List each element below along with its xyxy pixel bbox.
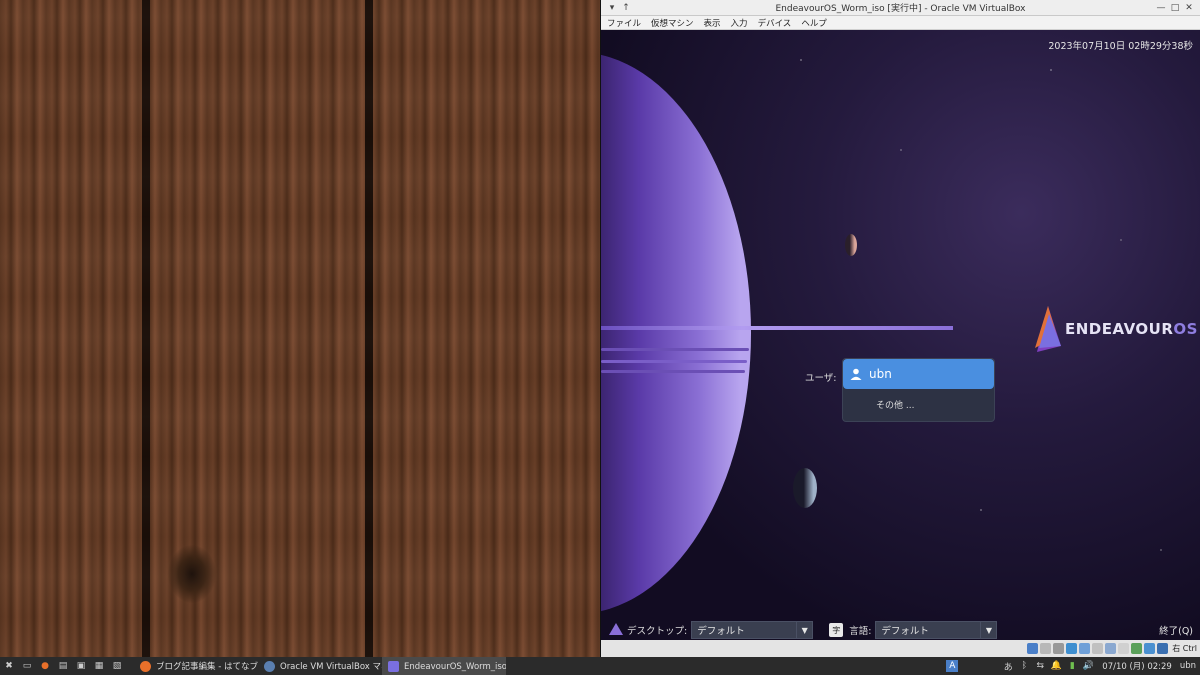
host-key-label: 右 Ctrl xyxy=(1172,644,1197,653)
user-item-ubn[interactable]: ubn xyxy=(843,359,994,389)
greeter-bottom-bar: デスクトップ: デフォルト ▼ 字 言語: デフォルト ▼ 終了(Q) xyxy=(601,620,1200,640)
terminal-icon[interactable]: ▣ xyxy=(75,660,87,672)
text-editor-icon[interactable]: ▦ xyxy=(93,660,105,672)
language-label: 言語: xyxy=(849,626,872,637)
planet-ring xyxy=(601,326,953,330)
menu-help[interactable]: ヘルプ xyxy=(801,17,827,29)
network-icon[interactable] xyxy=(1066,643,1078,654)
user-list: ubn その他 ... xyxy=(842,358,995,422)
host-desktop-wallpaper xyxy=(0,0,600,657)
user-item-other[interactable]: その他 ... xyxy=(843,389,994,419)
selected-user-name: ubn xyxy=(869,367,892,381)
user-label: ユーザ: xyxy=(805,373,837,384)
task-label: EndeavourOS_Worm_iso [実... xyxy=(404,662,506,672)
endeavouros-logo-mark xyxy=(1035,306,1061,352)
desktop-label: デスクトップ: xyxy=(627,626,688,637)
app-menu-icon[interactable]: ✖ xyxy=(3,660,15,672)
planet-band xyxy=(601,360,747,363)
minimize-icon[interactable]: — xyxy=(1154,1,1168,15)
taskbar-clock[interactable]: 07/10 (月) 02:29 xyxy=(1102,660,1172,672)
audio-icon[interactable] xyxy=(1053,643,1065,654)
task-label: ブログ記事編集 - はてなブロ... xyxy=(156,662,258,672)
firefox-icon[interactable]: ● xyxy=(39,660,51,672)
system-tray: A あ ᛒ ⇆ 🔔 ▮ 🔊 07/10 (月) 02:29 ubn xyxy=(944,660,1200,673)
language-select[interactable]: デフォルト ▼ xyxy=(875,621,998,639)
keep-above-icon[interactable]: ↑ xyxy=(619,1,633,15)
show-desktop-icon[interactable]: ▭ xyxy=(21,660,33,672)
wood-knot xyxy=(168,545,216,603)
virtualbox-tray-icon[interactable]: A xyxy=(946,660,959,672)
desktop-select[interactable]: デフォルト ▼ xyxy=(691,621,814,639)
usb-icon[interactable] xyxy=(1079,643,1091,654)
greeter-clock: 2023年07月10日 02時29分38秒 xyxy=(1048,41,1193,52)
vm-menubar: ファイル 仮想マシン 表示 入力 デバイス ヘルプ xyxy=(601,16,1200,30)
bluetooth-icon[interactable]: ᛒ xyxy=(1018,660,1030,672)
logo-text-os: OS xyxy=(1173,320,1198,338)
storage-icon[interactable] xyxy=(1027,643,1039,654)
desktop-session-icon xyxy=(609,622,623,638)
menu-view[interactable]: 表示 xyxy=(704,17,721,29)
quit-button[interactable]: 終了(Q) xyxy=(1159,623,1193,637)
task-blog-editor[interactable]: ブログ記事編集 - はてなブロ... xyxy=(134,657,258,675)
taskbar-user[interactable]: ubn xyxy=(1180,661,1196,671)
endeavouros-logo: ENDEAVOUROS xyxy=(1035,306,1198,352)
virtualbox-window: ▾ ↑ EndeavourOS_Worm_iso [実行中] - Oracle … xyxy=(600,0,1200,657)
input-method-icon[interactable]: あ xyxy=(1002,660,1014,673)
recording-icon[interactable] xyxy=(1118,643,1130,654)
planet-band xyxy=(601,348,749,351)
file-manager-icon[interactable]: ▤ xyxy=(57,660,69,672)
guest-login-screen: 2023年07月10日 02時29分38秒 ENDEAVOUROS ユーザ: u… xyxy=(601,30,1200,640)
virtualization-icon[interactable] xyxy=(1131,643,1143,654)
volume-icon[interactable]: 🔊 xyxy=(1082,660,1094,672)
virtualbox-icon xyxy=(264,660,275,672)
shared-folder-icon[interactable] xyxy=(1092,643,1104,654)
task-endeavouros-vm[interactable]: EndeavourOS_Worm_iso [実... xyxy=(382,657,506,675)
window-title: EndeavourOS_Worm_iso [実行中] - Oracle VM V… xyxy=(775,4,1026,14)
vm-status-bar: 右 Ctrl xyxy=(601,640,1200,657)
chevron-down-icon: ▼ xyxy=(796,622,812,638)
host-taskbar: ✖ ▭ ● ▤ ▣ ▦ ▧ ブログ記事編集 - はてなブロ... Oracle … xyxy=(0,657,1200,675)
endeavouros-icon xyxy=(388,660,399,672)
image-viewer-icon[interactable]: ▧ xyxy=(111,660,123,672)
window-titlebar[interactable]: ▾ ↑ EndeavourOS_Worm_iso [実行中] - Oracle … xyxy=(601,0,1200,16)
network-icon[interactable]: ⇆ xyxy=(1034,660,1046,672)
task-label: Oracle VM VirtualBox マネー... xyxy=(280,662,382,672)
maximize-icon[interactable]: □ xyxy=(1168,1,1182,15)
menu-machine[interactable]: 仮想マシン xyxy=(651,17,694,29)
language-icon: 字 xyxy=(829,623,844,637)
battery-icon[interactable]: ▮ xyxy=(1066,660,1078,672)
firefox-icon xyxy=(140,660,151,672)
chevron-down-icon: ▼ xyxy=(980,622,996,638)
display-icon[interactable] xyxy=(1105,643,1117,654)
optical-drive-icon[interactable] xyxy=(1040,643,1052,654)
moon xyxy=(793,468,817,508)
menu-devices[interactable]: デバイス xyxy=(758,17,792,29)
menu-input[interactable]: 入力 xyxy=(731,17,748,29)
window-menu-icon[interactable]: ▾ xyxy=(605,1,619,15)
close-icon[interactable]: ✕ xyxy=(1182,1,1196,15)
logo-text-main: ENDEAVOUR xyxy=(1065,320,1174,338)
keyboard-icon[interactable] xyxy=(1157,643,1169,654)
task-virtualbox-manager[interactable]: Oracle VM VirtualBox マネー... xyxy=(258,657,382,675)
mouse-integration-icon[interactable] xyxy=(1144,643,1156,654)
language-select-value: デフォルト xyxy=(881,626,929,637)
menu-file[interactable]: ファイル xyxy=(607,17,641,29)
user-icon xyxy=(843,368,869,380)
notification-icon[interactable]: 🔔 xyxy=(1050,660,1062,672)
desktop-select-value: デフォルト xyxy=(697,626,745,637)
planet-band xyxy=(601,370,745,373)
small-moon xyxy=(845,234,857,256)
